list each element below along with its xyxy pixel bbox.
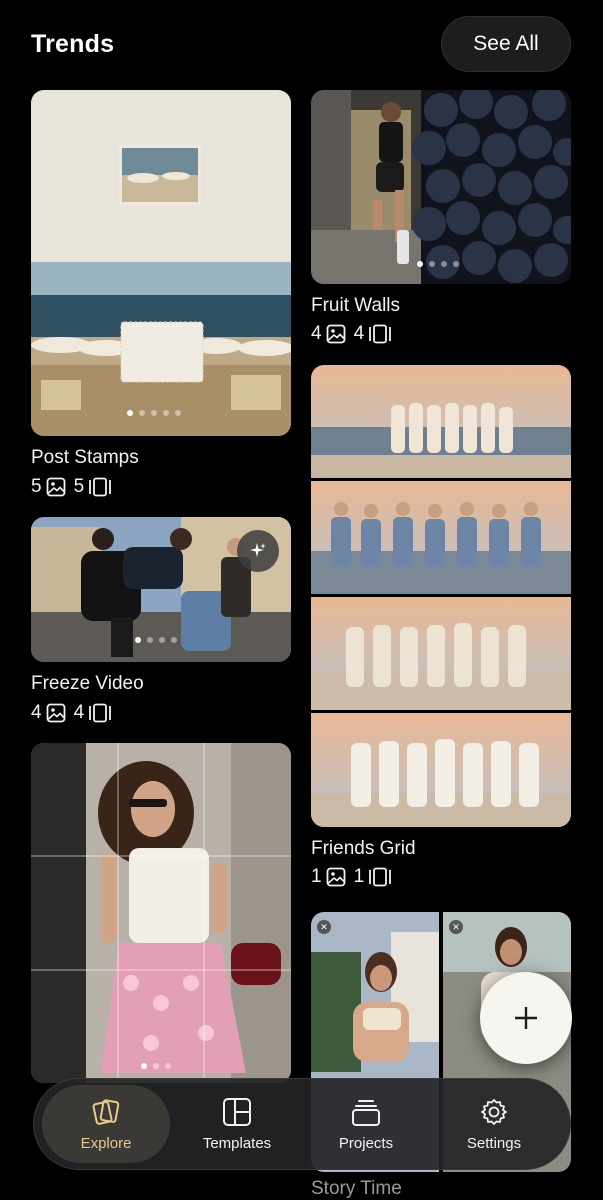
photo-icon bbox=[326, 324, 345, 344]
photo-icon bbox=[326, 867, 345, 887]
slides-icon bbox=[369, 867, 392, 887]
header: Trends See All bbox=[0, 0, 603, 90]
slide-count: 4 bbox=[73, 702, 85, 723]
photo-count: 5 bbox=[31, 476, 42, 497]
tab-projects[interactable]: Projects bbox=[302, 1085, 430, 1163]
trend-card-fruit-walls[interactable] bbox=[311, 90, 571, 284]
add-button[interactable] bbox=[480, 972, 572, 1064]
trend-name: Story Time bbox=[311, 1178, 402, 1199]
carousel-dots bbox=[417, 261, 459, 267]
photo-count: 1 bbox=[311, 866, 322, 887]
photo-icon bbox=[46, 703, 65, 723]
slides-icon bbox=[89, 477, 112, 497]
tab-label: Templates bbox=[202, 1134, 272, 1152]
photo-count: 4 bbox=[311, 323, 322, 344]
templates-grid-icon bbox=[223, 1097, 251, 1126]
trend-meta: 4 4 bbox=[311, 323, 392, 345]
trend-meta: 1 1 bbox=[311, 866, 392, 888]
trend-name: Fruit Walls bbox=[311, 295, 401, 316]
slides-icon bbox=[369, 324, 392, 344]
close-icon[interactable]: ✕ bbox=[449, 920, 463, 934]
plus-icon bbox=[515, 1007, 537, 1029]
carousel-dots bbox=[141, 1063, 171, 1069]
tab-label: Explore bbox=[80, 1134, 132, 1152]
trend-name: Post Stamps bbox=[31, 447, 139, 468]
trend-meta: 4 4 bbox=[31, 702, 112, 724]
close-icon[interactable]: ✕ bbox=[317, 920, 331, 934]
page-title: Trends bbox=[31, 30, 115, 58]
sparkle-icon bbox=[250, 543, 266, 557]
portrait-thumbnail bbox=[31, 743, 291, 1083]
slide-count: 4 bbox=[353, 323, 365, 344]
tab-label: Settings bbox=[466, 1134, 522, 1152]
gear-icon bbox=[481, 1098, 507, 1125]
tab-explore[interactable]: Explore bbox=[42, 1085, 170, 1163]
carousel-dots bbox=[135, 637, 177, 643]
tab-bar: Explore Templates Projects Settings bbox=[33, 1078, 571, 1170]
trend-name: Friends Grid bbox=[311, 838, 416, 859]
post-stamps-thumbnail bbox=[31, 90, 291, 436]
trend-name: Freeze Video bbox=[31, 673, 144, 694]
trend-meta: 5 5 bbox=[31, 476, 112, 498]
slide-count: 5 bbox=[73, 476, 85, 497]
tab-settings[interactable]: Settings bbox=[430, 1085, 558, 1163]
slide-count: 1 bbox=[353, 866, 365, 887]
explore-cards-icon bbox=[92, 1098, 120, 1125]
trend-card-friends-grid[interactable] bbox=[311, 365, 571, 827]
tab-templates[interactable]: Templates bbox=[173, 1085, 301, 1163]
slides-icon bbox=[89, 703, 112, 723]
photo-icon bbox=[46, 477, 65, 497]
trend-card-portrait[interactable] bbox=[31, 743, 291, 1083]
projects-stack-icon bbox=[352, 1099, 380, 1126]
photo-count: 4 bbox=[31, 702, 42, 723]
carousel-dots bbox=[127, 410, 181, 416]
see-all-button[interactable]: See All bbox=[441, 16, 571, 72]
sparkle-button[interactable] bbox=[237, 530, 279, 572]
friends-grid-thumbnail bbox=[311, 365, 571, 827]
fruit-walls-thumbnail bbox=[311, 90, 571, 284]
tab-label: Projects bbox=[338, 1134, 394, 1152]
trend-card-post-stamps[interactable] bbox=[31, 90, 291, 436]
